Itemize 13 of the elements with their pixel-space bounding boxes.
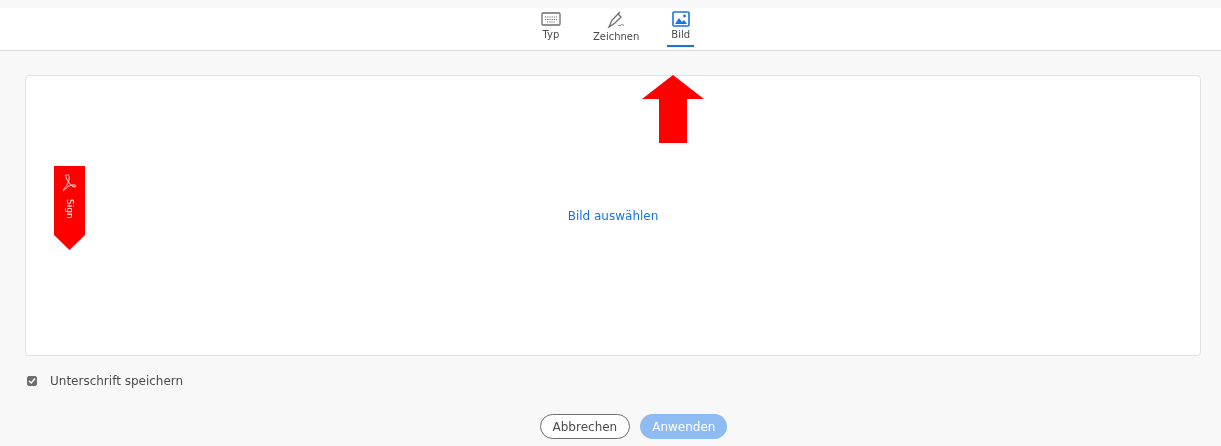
tab[interactable]: Bild [667, 8, 695, 47]
tab[interactable]: Zeichnen [588, 8, 644, 47]
tab[interactable]: Typ [536, 8, 565, 47]
select-image-link[interactable]: Bild auswählen [567, 208, 659, 223]
annotation-arrow [642, 75, 704, 143]
acrobat-icon [62, 174, 77, 192]
badge-text: Sign [64, 198, 75, 220]
cancel-button[interactable]: Abbrechen [539, 414, 631, 439]
keyboard-icon [540, 11, 561, 27]
checkbox-label: Unterschrift speichern [50, 374, 184, 388]
pen-icon [606, 11, 627, 29]
checkbox[interactable] [27, 376, 37, 386]
image-icon [671, 11, 690, 27]
